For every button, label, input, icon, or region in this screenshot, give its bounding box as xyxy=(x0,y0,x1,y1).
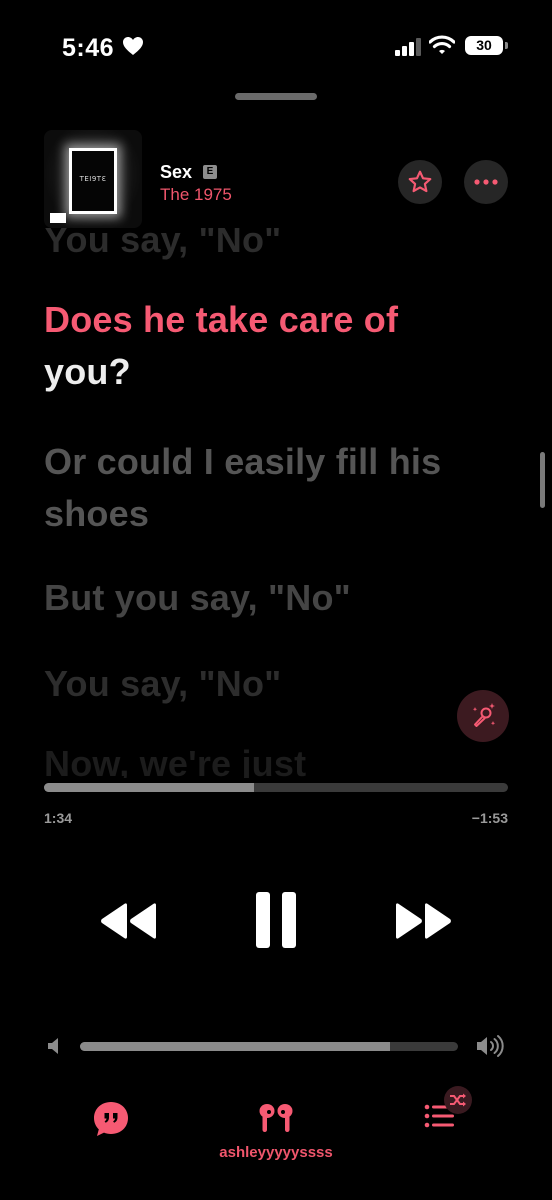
more-options-button[interactable] xyxy=(464,160,508,204)
sing-button[interactable] xyxy=(457,690,509,742)
fast-forward-icon xyxy=(396,903,451,939)
parental-advisory-label xyxy=(50,213,66,223)
remaining-time: −1:53 xyxy=(471,810,508,826)
airplay-output-button[interactable] xyxy=(258,1101,294,1142)
volume-level-fill xyxy=(80,1042,390,1051)
lyric-sung-part: Does he take care of xyxy=(44,299,399,340)
lyrics-toggle-button[interactable] xyxy=(92,1100,130,1143)
heart-icon xyxy=(122,36,144,61)
battery-nub xyxy=(505,42,508,49)
lyric-line-active[interactable]: Does he take care of you? xyxy=(44,294,464,398)
next-track-button[interactable] xyxy=(390,896,456,946)
microphone-sparkle-icon xyxy=(472,703,496,727)
lyric-line[interactable]: But you say, "No" xyxy=(44,572,464,624)
playback-scrubber[interactable] xyxy=(44,783,508,792)
scroll-indicator xyxy=(540,452,545,508)
lyric-line[interactable]: You say, "No" xyxy=(44,658,464,710)
artist-name[interactable]: The 1975 xyxy=(160,185,232,205)
sheet-grabber[interactable] xyxy=(235,93,317,100)
ellipsis-icon xyxy=(474,179,498,185)
play-pause-button[interactable] xyxy=(248,886,304,954)
lyric-unsung-part: you? xyxy=(44,351,131,392)
volume-low-icon xyxy=(46,1036,64,1061)
shuffle-indicator xyxy=(444,1086,472,1114)
lyric-line[interactable]: Or could I easily fill his shoes xyxy=(44,436,464,540)
status-time: 5:46 xyxy=(62,34,115,62)
star-icon xyxy=(408,170,432,193)
playback-progress-fill xyxy=(44,783,254,792)
status-bar: 5:46 30 xyxy=(0,0,552,90)
airpods-icon xyxy=(259,1104,293,1132)
album-art-logo: TEI9TƐ xyxy=(79,175,107,183)
explicit-badge: E xyxy=(203,165,217,179)
battery-icon: 30 xyxy=(465,36,503,55)
lyrics-quote-bubble-icon xyxy=(94,1102,128,1136)
album-artwork[interactable]: TEI9TƐ xyxy=(44,130,142,228)
shuffle-icon xyxy=(450,1093,466,1107)
lyric-line-previous[interactable]: You say, "No" xyxy=(44,228,464,266)
volume-slider[interactable] xyxy=(80,1042,458,1051)
song-title[interactable]: Sex xyxy=(160,162,192,183)
pause-icon xyxy=(256,892,296,948)
elapsed-time: 1:34 xyxy=(44,810,73,826)
volume-high-icon xyxy=(475,1034,507,1063)
previous-track-button[interactable] xyxy=(96,896,162,946)
rewind-icon xyxy=(101,903,156,939)
output-device-name[interactable]: ashleyyyyyssss xyxy=(0,1144,552,1161)
favorite-button[interactable] xyxy=(398,160,442,204)
album-art-frame: TEI9TƐ xyxy=(69,148,117,214)
wifi-icon xyxy=(428,35,456,60)
signal-icon xyxy=(395,38,423,61)
lyric-line[interactable]: Now, we're just xyxy=(44,738,464,778)
